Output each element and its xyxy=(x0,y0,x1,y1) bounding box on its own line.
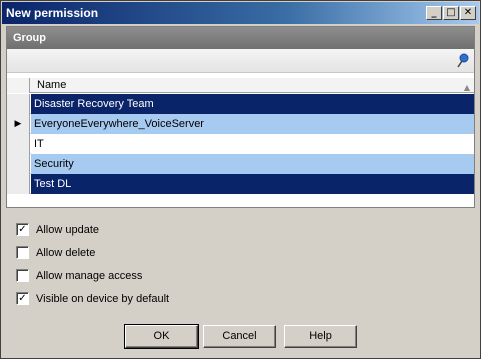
checkbox-label[interactable]: Allow manage access xyxy=(36,269,142,283)
row-selector[interactable] xyxy=(7,94,30,114)
checkbox[interactable] xyxy=(16,269,29,282)
table-row[interactable]: ▶ EveryoneEverywhere_VoiceServer xyxy=(7,114,474,134)
title-bar[interactable]: New permission _ □ ✕ xyxy=(2,2,479,24)
pin-icon[interactable] xyxy=(456,53,470,69)
row-selector[interactable] xyxy=(7,134,30,154)
close-button[interactable]: ✕ xyxy=(460,6,476,20)
grid-header-corner xyxy=(7,78,30,93)
group-grid: Name ▲ Disaster Recovery Team ▶ EveryoneEv… xyxy=(7,78,474,203)
row-selector[interactable] xyxy=(7,174,30,194)
option-row[interactable]: Allow manage access xyxy=(16,268,236,284)
checkbox-label[interactable]: Visible on device by default xyxy=(36,292,169,306)
grid-header: Name ▲ xyxy=(7,78,474,93)
window-title: New permission xyxy=(6,6,99,20)
group-name-cell[interactable]: EveryoneEverywhere_VoiceServer xyxy=(31,114,474,134)
checkbox[interactable] xyxy=(16,246,29,259)
table-row[interactable]: Test DL xyxy=(7,174,474,194)
option-row[interactable]: ✓ Visible on device by default xyxy=(16,291,236,307)
maximize-button[interactable]: □ xyxy=(443,6,459,20)
minimize-button[interactable]: _ xyxy=(426,6,442,20)
column-header-label: Name xyxy=(37,79,67,91)
group-name-cell[interactable]: Disaster Recovery Team xyxy=(31,94,474,114)
help-button[interactable]: Help xyxy=(284,325,357,348)
group-header: Group xyxy=(7,27,474,49)
option-row[interactable]: ✓ Allow update xyxy=(16,222,236,238)
dialog-window: New permission _ □ ✕ Group Name ▲ Disast xyxy=(0,0,481,359)
checkbox[interactable]: ✓ xyxy=(16,223,29,236)
checkbox[interactable]: ✓ xyxy=(16,292,29,305)
group-name-cell[interactable]: Security xyxy=(31,154,474,174)
option-row[interactable]: Allow delete xyxy=(16,245,236,261)
group-panel: Group Name ▲ Disaster Recovery Team ▶ Ever… xyxy=(6,26,475,208)
cancel-button[interactable]: Cancel xyxy=(203,325,276,348)
sort-ascending-icon: ▲ xyxy=(463,83,470,92)
group-toolbar xyxy=(7,49,474,73)
group-name-cell[interactable]: IT xyxy=(31,134,474,154)
group-name-cell[interactable]: Test DL xyxy=(31,174,474,194)
ok-button[interactable]: OK xyxy=(124,324,199,349)
column-header-name[interactable]: Name ▲ xyxy=(31,78,474,93)
checkbox-label[interactable]: Allow delete xyxy=(36,246,95,260)
table-row[interactable]: Security xyxy=(7,154,474,174)
table-row[interactable]: Disaster Recovery Team xyxy=(7,94,474,114)
checkbox-label[interactable]: Allow update xyxy=(36,223,99,237)
current-row-indicator-icon[interactable]: ▶ xyxy=(7,114,30,134)
table-row[interactable]: IT xyxy=(7,134,474,154)
row-selector[interactable] xyxy=(7,154,30,174)
